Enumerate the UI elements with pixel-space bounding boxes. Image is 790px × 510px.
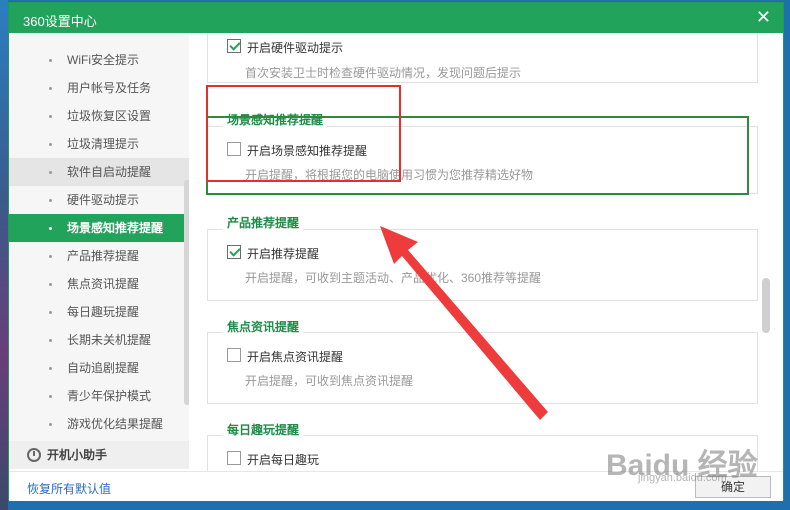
annotation-arrow-icon bbox=[380, 226, 548, 420]
watermark-url: jingyan.baidu.com bbox=[638, 472, 727, 484]
